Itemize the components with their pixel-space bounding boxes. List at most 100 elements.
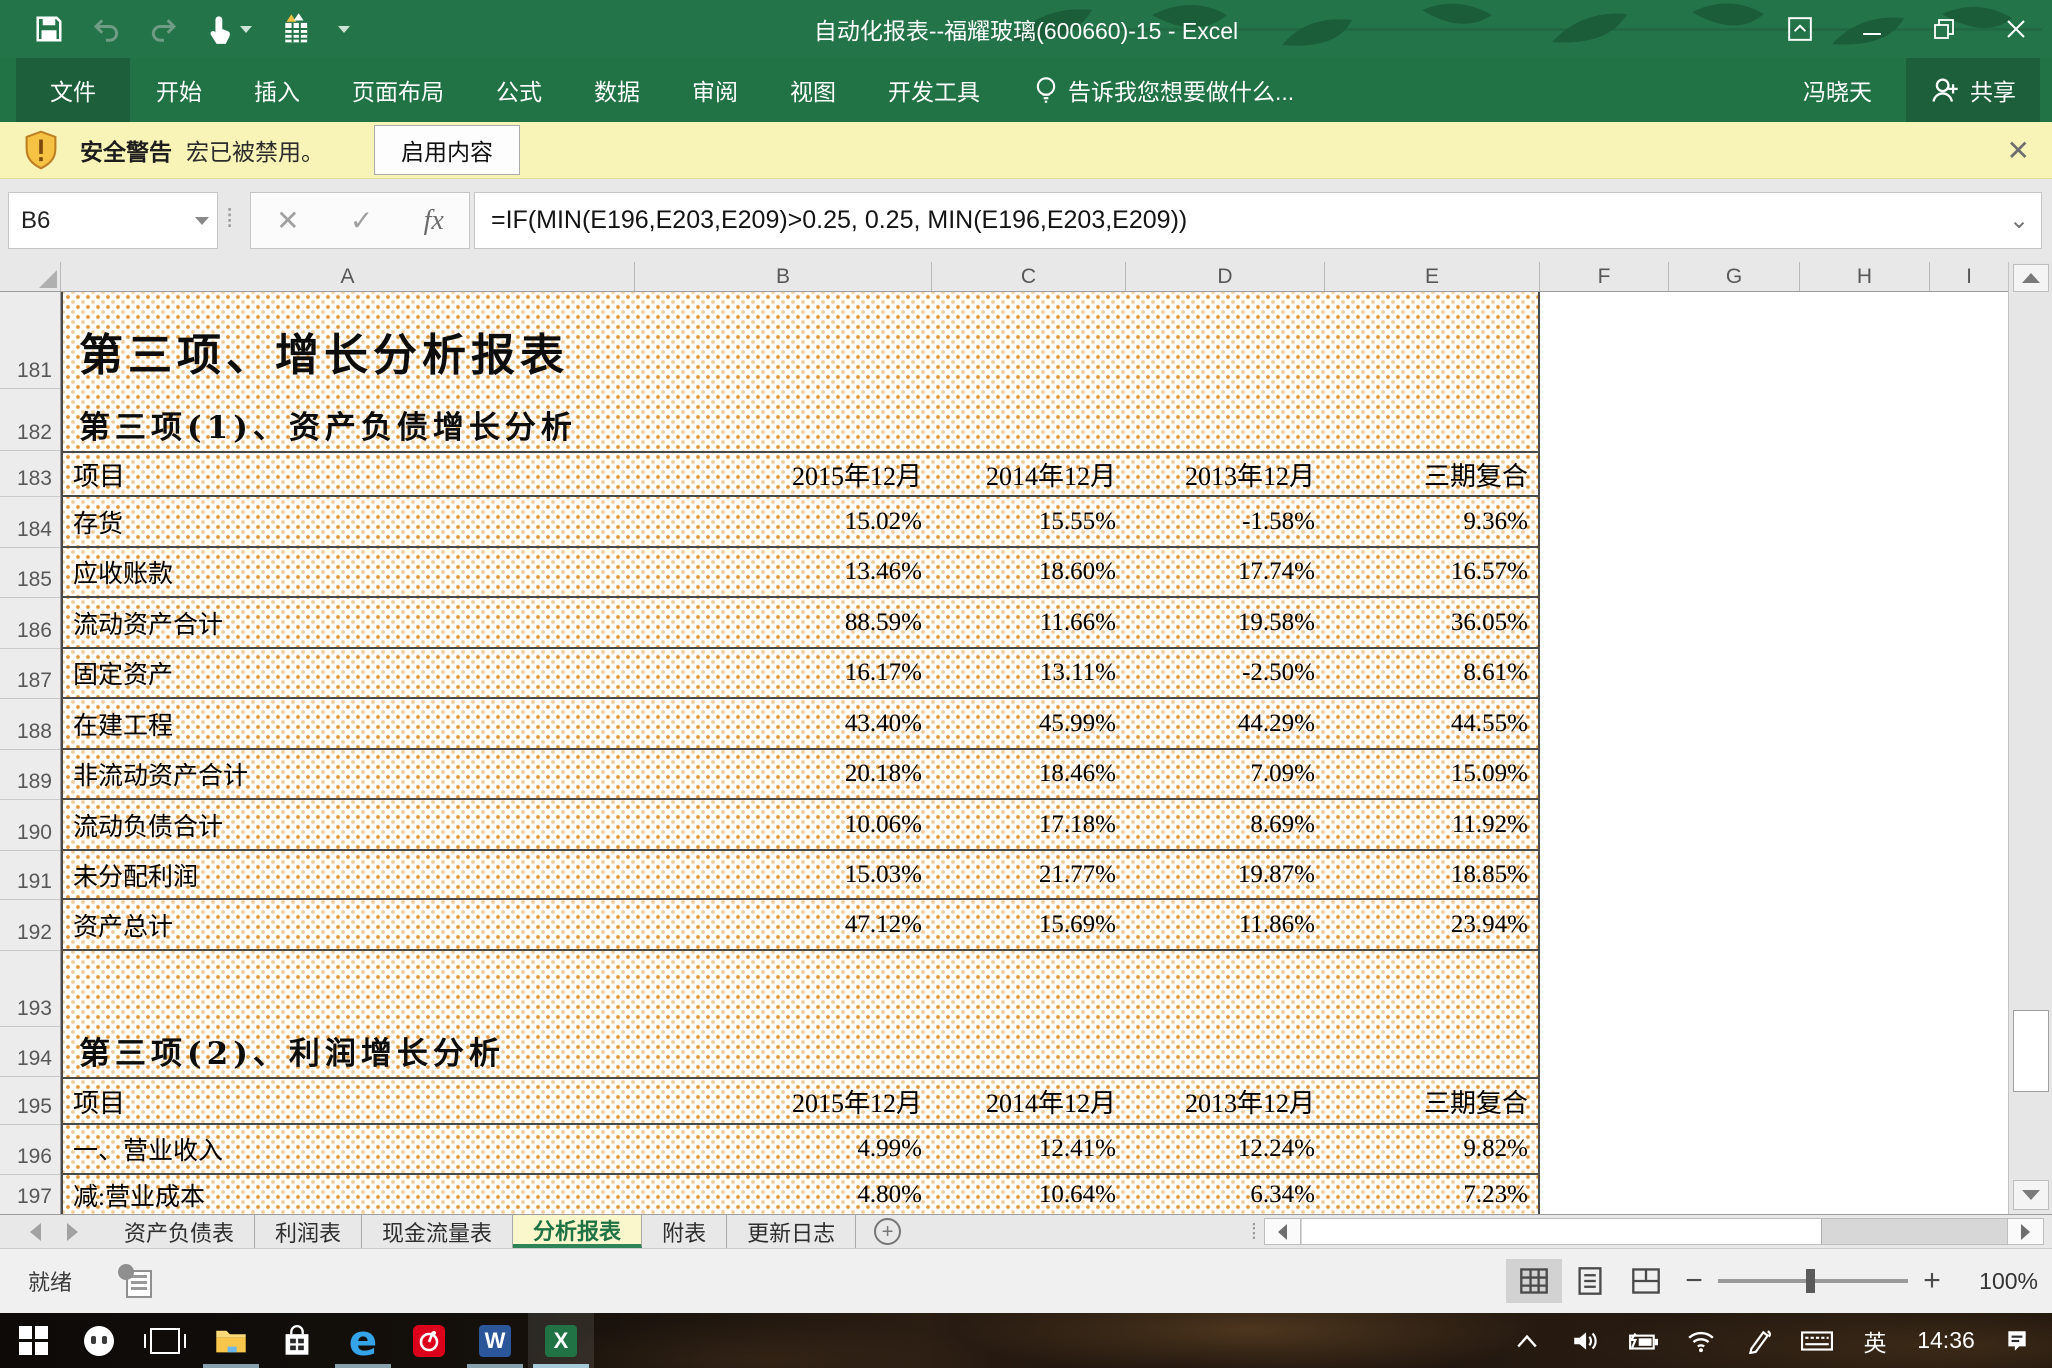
ribbon-tab-file[interactable]: 文件 xyxy=(16,58,130,122)
scroll-down-button[interactable] xyxy=(2013,1180,2049,1210)
row-header-196[interactable]: 196 xyxy=(0,1125,60,1175)
sheet-tab-appendix[interactable]: 附表 xyxy=(642,1215,727,1248)
zoom-slider-thumb[interactable] xyxy=(1806,1269,1815,1293)
undo-button[interactable] xyxy=(90,14,122,44)
row-header-193[interactable]: 193 xyxy=(0,951,60,1027)
zoom-slider[interactable] xyxy=(1718,1279,1908,1283)
user-name[interactable]: 冯晓天 xyxy=(1803,73,1872,107)
column-header-b[interactable]: B xyxy=(635,262,932,291)
battery-icon[interactable] xyxy=(1618,1313,1668,1368)
excel-button[interactable]: X xyxy=(528,1313,594,1368)
tell-me-box[interactable]: 告诉我您想要做什么... xyxy=(1034,73,1294,107)
page-break-view-button[interactable] xyxy=(1618,1259,1674,1303)
cancel-entry-icon[interactable]: ✕ xyxy=(276,204,299,237)
sheet-tab-cashflow[interactable]: 现金流量表 xyxy=(362,1215,513,1248)
redo-button[interactable] xyxy=(148,14,180,44)
normal-view-button[interactable] xyxy=(1506,1259,1562,1303)
row-header-187[interactable]: 187 xyxy=(0,649,60,699)
formula-bar-handle[interactable]: ⁞ xyxy=(226,203,231,234)
save-button[interactable] xyxy=(34,14,64,44)
select-all-corner[interactable] xyxy=(0,262,61,291)
volume-icon[interactable] xyxy=(1560,1313,1610,1368)
scroll-right-button[interactable] xyxy=(2007,1219,2043,1244)
word-button[interactable]: W xyxy=(462,1313,528,1368)
sheet-tab-analysis-active[interactable]: 分析报表 xyxy=(513,1215,642,1248)
row-header-186[interactable]: 186 xyxy=(0,598,60,649)
row-header-185[interactable]: 185 xyxy=(0,548,60,598)
minimize-button[interactable] xyxy=(1836,0,1908,58)
zoom-level[interactable]: 100% xyxy=(1952,1268,2038,1295)
scroll-up-button[interactable] xyxy=(2013,264,2049,292)
edge-button[interactable]: e xyxy=(330,1313,396,1368)
column-header-a[interactable]: A xyxy=(61,262,635,291)
row-header-184[interactable]: 184 xyxy=(0,497,60,548)
vertical-scrollbar[interactable] xyxy=(2008,262,2052,1214)
horizontal-scroll-thumb[interactable] xyxy=(1302,1219,1822,1244)
zoom-in-button[interactable]: + xyxy=(1912,1264,1952,1298)
qat-customize-caret[interactable] xyxy=(338,26,350,33)
sheet-tab-changelog[interactable]: 更新日志 xyxy=(727,1215,856,1248)
column-header-g[interactable]: G xyxy=(1669,262,1800,291)
column-header-h[interactable]: H xyxy=(1800,262,1930,291)
row-header-189[interactable]: 189 xyxy=(0,750,60,800)
sheet-tab-balance[interactable]: 资产负债表 xyxy=(104,1215,255,1248)
insert-function-icon[interactable]: fx xyxy=(424,205,444,237)
ribbon-tab-page-layout[interactable]: 页面布局 xyxy=(326,58,470,122)
row-header-195[interactable]: 195 xyxy=(0,1077,60,1125)
warning-close-icon[interactable]: ✕ xyxy=(2007,134,2030,167)
horizontal-scrollbar[interactable] xyxy=(1264,1218,2044,1245)
scroll-left-button[interactable] xyxy=(1265,1219,1301,1244)
ribbon-display-options-button[interactable] xyxy=(1764,0,1836,58)
ribbon-tab-developer[interactable]: 开发工具 xyxy=(862,58,1006,122)
row-header-191[interactable]: 191 xyxy=(0,851,60,900)
formula-input[interactable]: =IF(MIN(E196,E203,E209)>0.25, 0.25, MIN(… xyxy=(474,192,2042,249)
file-explorer-button[interactable] xyxy=(198,1313,264,1368)
sheet-tab-income[interactable]: 利润表 xyxy=(255,1215,362,1248)
sheet-nav-left-icon[interactable] xyxy=(30,1223,41,1241)
formula-bar-expand-icon[interactable]: ⌄ xyxy=(1997,206,2041,235)
ime-language-indicator[interactable]: 英 xyxy=(1850,1313,1900,1368)
ribbon-tab-formulas[interactable]: 公式 xyxy=(470,58,568,122)
share-button[interactable]: 共享 xyxy=(1906,58,2040,122)
name-box-dropdown[interactable] xyxy=(187,193,217,248)
column-header-f[interactable]: F xyxy=(1540,262,1669,291)
macro-record-icon[interactable] xyxy=(118,1264,152,1298)
touch-keyboard-icon[interactable] xyxy=(1792,1313,1842,1368)
confirm-entry-icon[interactable]: ✓ xyxy=(350,204,373,237)
name-box[interactable]: B6 xyxy=(8,192,218,249)
sheet-nav-right-icon[interactable] xyxy=(67,1223,78,1241)
taskbar-clock[interactable]: 14:36 xyxy=(1908,1313,1984,1368)
netease-music-button[interactable] xyxy=(396,1313,462,1368)
page-layout-view-button[interactable] xyxy=(1562,1259,1618,1303)
row-header-197[interactable]: 197 xyxy=(0,1175,60,1214)
row-header-190[interactable]: 190 xyxy=(0,800,60,851)
touch-mode-button[interactable] xyxy=(206,13,252,45)
new-sheet-button[interactable]: + xyxy=(874,1215,901,1248)
table-tool-button[interactable] xyxy=(278,13,312,45)
row-header-188[interactable]: 188 xyxy=(0,699,60,750)
column-header-i[interactable]: I xyxy=(1930,262,2008,291)
vertical-scroll-thumb[interactable] xyxy=(2013,1010,2049,1092)
row-header-183[interactable]: 183 xyxy=(0,451,60,497)
hidden-icons-chevron[interactable] xyxy=(1502,1313,1552,1368)
enable-content-button[interactable]: 启用内容 xyxy=(374,125,520,175)
start-button[interactable] xyxy=(0,1313,66,1368)
ribbon-tab-data[interactable]: 数据 xyxy=(568,58,666,122)
cortana-button[interactable] xyxy=(66,1313,132,1368)
row-header-194[interactable]: 194 xyxy=(0,1027,60,1077)
store-button[interactable] xyxy=(264,1313,330,1368)
restore-button[interactable] xyxy=(1908,0,1980,58)
row-header-182[interactable]: 182 xyxy=(0,389,60,451)
touch-mode-caret[interactable] xyxy=(240,26,252,33)
ribbon-tab-home[interactable]: 开始 xyxy=(130,58,228,122)
zoom-out-button[interactable]: − xyxy=(1674,1264,1714,1298)
ribbon-tab-insert[interactable]: 插入 xyxy=(228,58,326,122)
wifi-icon[interactable] xyxy=(1676,1313,1726,1368)
column-header-e[interactable]: E xyxy=(1325,262,1540,291)
task-view-button[interactable] xyxy=(132,1313,198,1368)
column-header-d[interactable]: D xyxy=(1126,262,1325,291)
grid-empty-area[interactable] xyxy=(1540,292,2008,1214)
close-button[interactable] xyxy=(1980,0,2052,58)
ribbon-tab-view[interactable]: 视图 xyxy=(764,58,862,122)
grid-report-area[interactable]: 第三项、增长分析报表 第三项(1)、资产负债增长分析 项目 2015年12月 2… xyxy=(61,292,1540,1214)
